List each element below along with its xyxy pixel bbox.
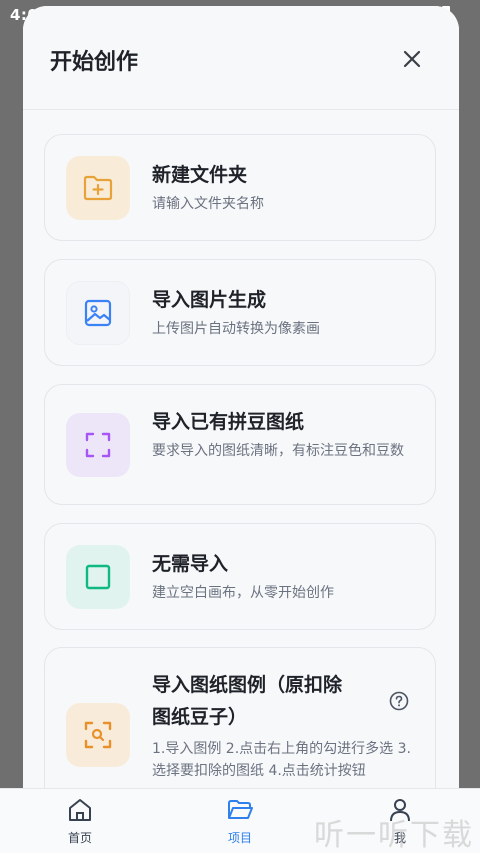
sheet-header: 开始创作	[23, 6, 459, 110]
option-title: 导入图片生成	[152, 289, 267, 311]
nav-projects[interactable]: 项目	[200, 797, 280, 846]
nav-label: 首页	[67, 831, 92, 845]
create-sheet: 开始创作 新建文件夹 请输入文件夹名称 导入图片生成 上传图片自动转换为像素画 …	[23, 6, 459, 853]
import-pattern-option[interactable]: 导入已有拼豆图纸 要求导入的图纸清晰，有标注豆色和豆数	[44, 384, 436, 505]
option-title: 导入已有拼豆图纸	[152, 411, 305, 433]
import-image-option[interactable]: 导入图片生成 上传图片自动转换为像素画	[44, 259, 436, 366]
option-desc: 上传图片自动转换为像素画	[152, 321, 320, 337]
square-icon	[85, 564, 111, 590]
sheet-title: 开始创作	[50, 50, 139, 75]
folder-open-icon	[228, 800, 253, 819]
new-folder-option[interactable]: 新建文件夹 请输入文件夹名称	[44, 134, 436, 241]
option-title-line2: 图纸豆子）	[152, 706, 248, 728]
blank-canvas-icon-box	[66, 545, 130, 609]
scan-search-icon	[84, 721, 112, 749]
option-desc: 要求导入的图纸清晰，有标注豆色和豆数	[152, 443, 404, 459]
new-folder-icon-box	[66, 156, 130, 220]
home-icon	[69, 799, 91, 821]
watermark: 听一听下载	[314, 818, 474, 853]
folder-plus-icon	[83, 175, 113, 201]
blank-canvas-option[interactable]: 无需导入 建立空白画布，从零开始创作	[44, 523, 436, 630]
close-button[interactable]	[401, 48, 423, 70]
nav-label: 项目	[227, 831, 252, 845]
import-legend-icon-box	[66, 703, 130, 767]
option-title: 无需导入	[152, 553, 229, 575]
option-desc: 请输入文件夹名称	[152, 196, 264, 212]
option-title: 新建文件夹	[152, 164, 248, 186]
import-pattern-icon-box	[66, 413, 130, 477]
option-title-line1: 导入图纸图例（原扣除	[152, 674, 343, 696]
scan-frame-icon	[85, 432, 111, 458]
image-icon	[84, 299, 112, 327]
option-desc: 1.导入图例 2.点击右上角的勾进行多选 3.选择要扣除的图纸 4.点击统计按钮	[152, 741, 411, 779]
nav-home[interactable]: 首页	[40, 797, 120, 846]
help-icon[interactable]	[389, 691, 409, 715]
close-icon	[403, 50, 421, 68]
import-image-icon-box	[66, 281, 130, 345]
option-desc: 建立空白画布，从零开始创作	[152, 585, 334, 601]
